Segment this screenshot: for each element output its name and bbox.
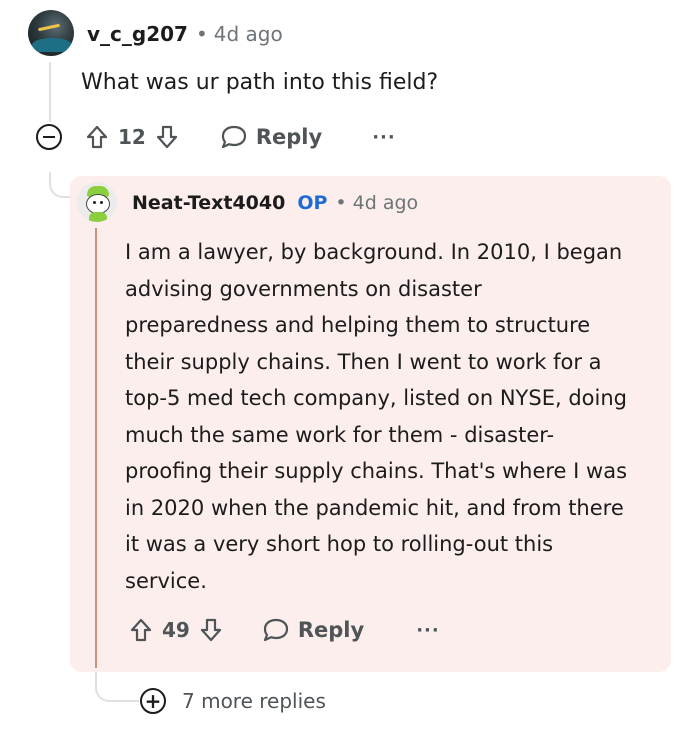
upvote-arrow-icon[interactable]: [86, 125, 108, 149]
comment-text: What was ur path into this field?: [81, 70, 439, 95]
username[interactable]: v_c_g207: [87, 22, 188, 46]
reply-text-line: their supply chains. Then I went to work…: [125, 349, 602, 374]
separator-dot: •: [195, 22, 208, 46]
more-options-button[interactable]: ···: [372, 127, 396, 148]
thread-line: [49, 62, 51, 122]
reply-text-line: in 2020 when the pandemic hit, and from …: [125, 495, 624, 520]
more-replies-label: 7 more replies: [182, 689, 326, 713]
thread-line-reply: [95, 228, 97, 668]
avatar-snoo[interactable]: [77, 182, 117, 222]
reply-meta: Neat-Text4040 OP • 4d ago: [132, 192, 418, 214]
speech-bubble-icon: [220, 124, 248, 150]
reply-timestamp[interactable]: 4d ago: [353, 192, 419, 214]
comment-meta: v_c_g207 • 4d ago: [87, 22, 283, 46]
collapse-minus-icon[interactable]: [36, 124, 62, 150]
reply-text-line: much the same work for them - disaster-: [125, 422, 555, 447]
more-replies-button[interactable]: + 7 more replies: [140, 688, 326, 714]
reply-label: Reply: [255, 125, 323, 149]
reply-text-line: advising governments on disaster: [125, 276, 482, 301]
reply-label: Reply: [297, 618, 365, 642]
separator-dot: •: [335, 192, 347, 214]
downvote-arrow-icon[interactable]: [200, 618, 222, 642]
upvote-arrow-icon[interactable]: [130, 618, 152, 642]
reply-actions: 49 Reply ···: [130, 617, 440, 643]
vote-count: 49: [162, 618, 190, 642]
op-badge: OP: [297, 192, 328, 214]
reply-button[interactable]: Reply: [262, 617, 364, 643]
vote-count: 12: [118, 125, 146, 149]
reply-username[interactable]: Neat-Text4040: [132, 192, 285, 214]
plus-circle-icon: +: [140, 688, 166, 714]
reply-text-line: I am a lawyer, by background. In 2010, I…: [125, 240, 623, 264]
reply-text-line: it was a very short hop to rolling-out t…: [125, 532, 554, 556]
comment-actions: 12 Reply ···: [36, 124, 396, 150]
reply-text-line: service.: [125, 568, 207, 593]
reply-text: I am a lawyer, by background. In 2010, I…: [125, 234, 665, 599]
reply-text-line: proofing their supply chains. That's whe…: [125, 459, 628, 483]
avatar[interactable]: [28, 10, 74, 56]
reply-text-line: top-5 med tech company, listed on NYSE, …: [125, 386, 627, 410]
more-options-button[interactable]: ···: [416, 620, 440, 641]
speech-bubble-icon: [262, 617, 290, 643]
reply-button[interactable]: Reply: [220, 124, 322, 150]
timestamp[interactable]: 4d ago: [214, 22, 283, 46]
downvote-arrow-icon[interactable]: [156, 125, 178, 149]
reply-text-line: preparedness and helping them to structu…: [125, 313, 591, 337]
